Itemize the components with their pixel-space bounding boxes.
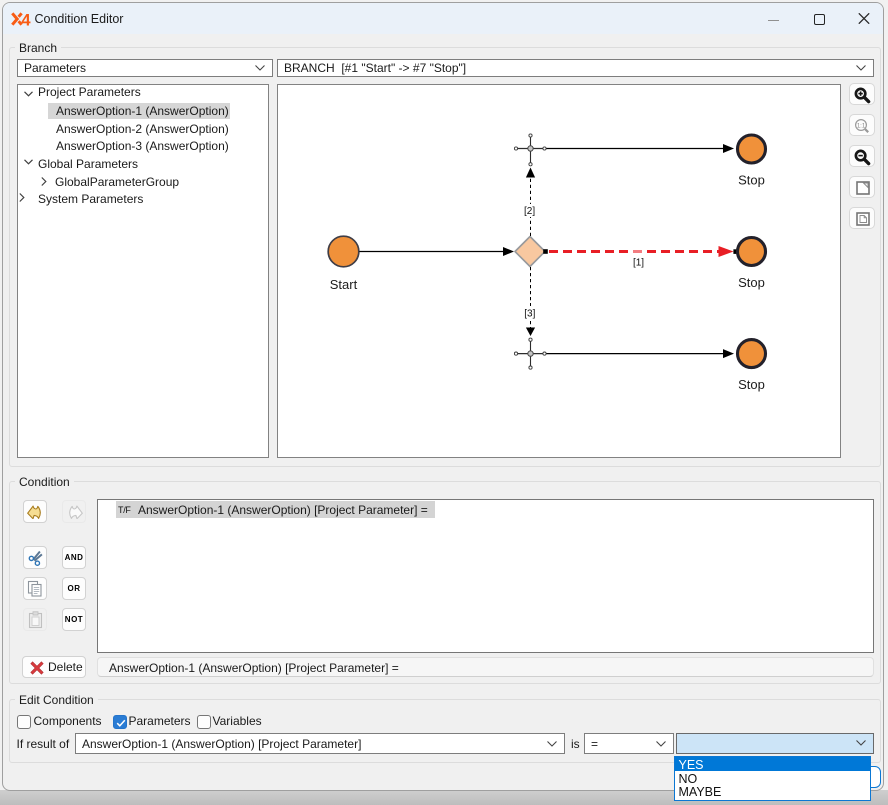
svg-text:[2]: [2]: [524, 206, 535, 217]
svg-text:Start: Start: [330, 277, 358, 292]
svg-text:[1]: [1]: [633, 258, 644, 269]
svg-text:Stop: Stop: [738, 275, 765, 290]
svg-text:4: 4: [21, 12, 31, 27]
svg-text:Stop: Stop: [738, 173, 765, 188]
svg-text:1:1: 1:1: [857, 123, 866, 129]
svg-text:Stop: Stop: [738, 377, 765, 392]
svg-text:[3]: [3]: [524, 309, 535, 320]
